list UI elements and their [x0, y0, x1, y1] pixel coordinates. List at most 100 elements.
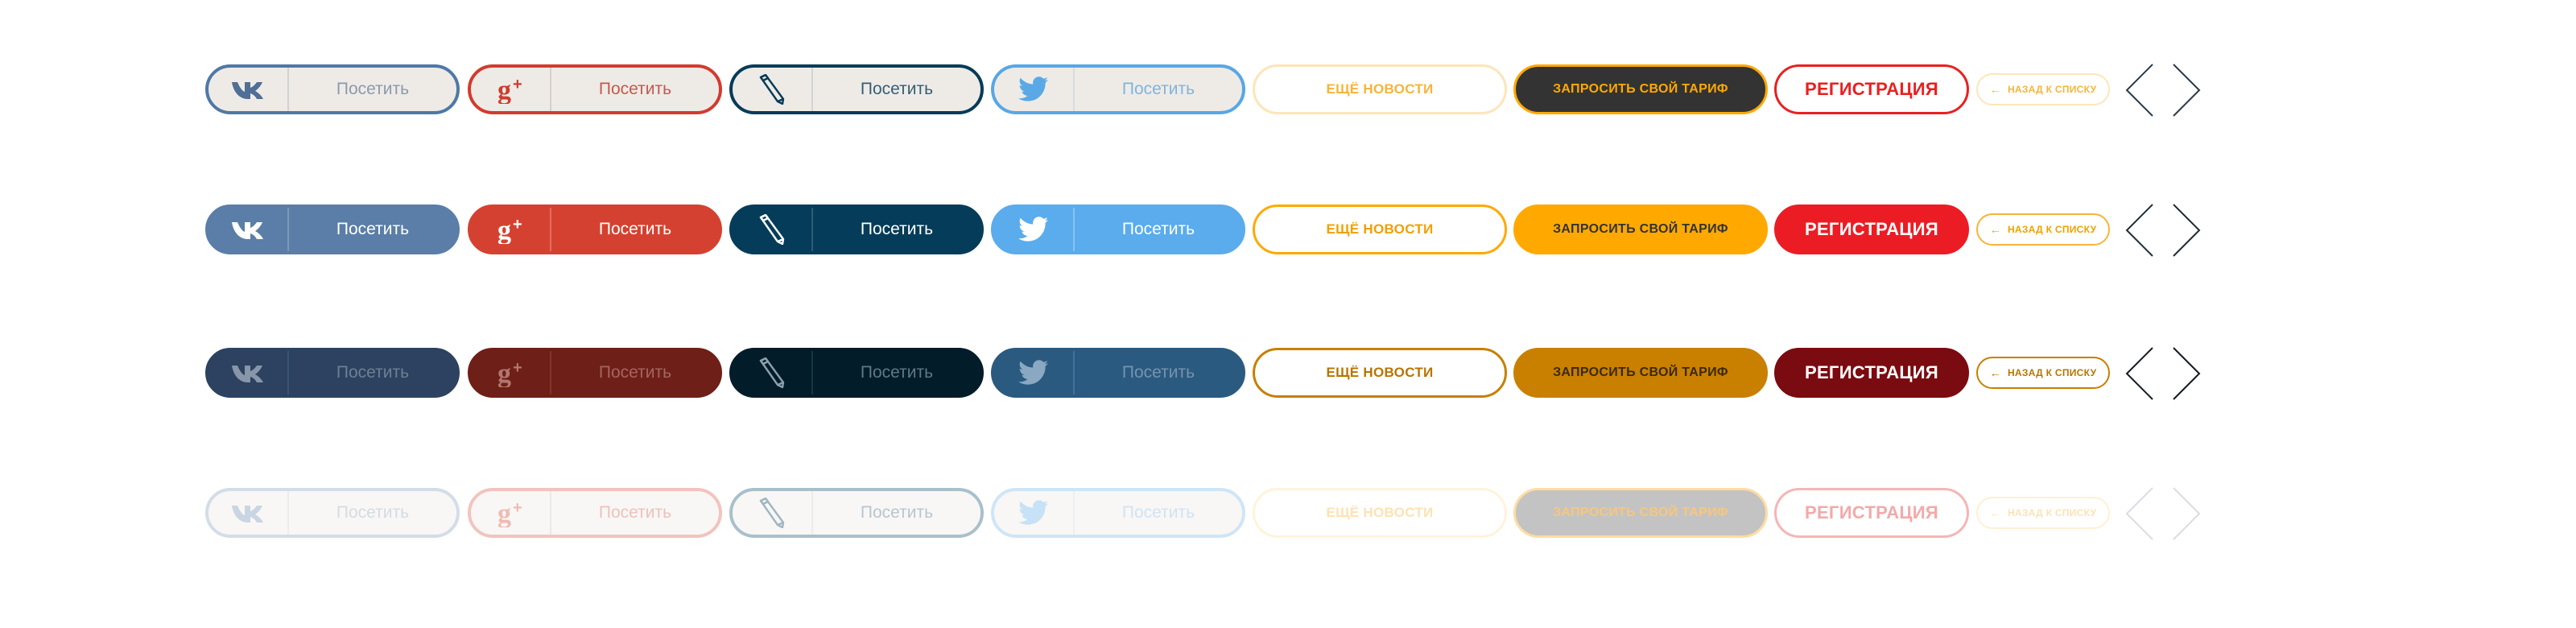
more-news-button[interactable]: ЕЩЁ НОВОСТИ [1253, 488, 1507, 538]
google-plus-visit-button[interactable]: g + Посетить [468, 348, 722, 398]
google-plus-visit-label: Посетить [598, 80, 672, 98]
vk-logo-icon [208, 491, 289, 535]
livejournal-visit-button[interactable]: Посетить [729, 488, 984, 538]
register-label: РЕГИСТРАЦИЯ [1804, 362, 1939, 382]
livejournal-visit-label: Посетить [860, 363, 934, 382]
button-row-hover: Посетить g + Посетить Посетить Посетить Е… [0, 203, 2576, 258]
vk-visit-label: Посетить [336, 503, 410, 522]
more-news-label: ЕЩЁ НОВОСТИ [1326, 365, 1434, 380]
twitter-visit-button[interactable]: Посетить [991, 348, 1245, 398]
svg-text:+: + [513, 76, 522, 93]
register-button[interactable]: РЕГИСТРАЦИЯ [1774, 348, 1969, 398]
twitter-visit-button[interactable]: Посетить [991, 205, 1245, 254]
twitter-visit-button[interactable]: Посетить [991, 64, 1245, 114]
button-row-active: Посетить g + Посетить Посетить Посетить Е… [0, 346, 2576, 401]
back-to-list-label: НАЗАД К СПИСКУ [2007, 84, 2097, 95]
svg-text:g: g [497, 76, 511, 104]
back-to-list-button[interactable]: ← НАЗАД К СПИСКУ [1976, 213, 2110, 246]
twitter-visit-label: Посетить [1121, 363, 1195, 382]
back-to-list-button[interactable]: ← НАЗАД К СПИСКУ [1976, 497, 2110, 529]
register-button[interactable]: РЕГИСТРАЦИЯ [1774, 205, 1969, 254]
next-arrow-button[interactable] [2172, 346, 2201, 401]
chevron-left-icon [2125, 347, 2153, 400]
svg-text:g: g [497, 359, 511, 387]
google-plus-visit-label: Посетить [598, 220, 672, 238]
request-tariff-button[interactable]: ЗАПРОСИТЬ СВОЙ ТАРИФ [1513, 488, 1768, 538]
arrow-left-icon: ← [1989, 223, 2001, 236]
vk-logo-icon [208, 68, 289, 111]
register-button[interactable]: РЕГИСТРАЦИЯ [1774, 488, 1969, 538]
request-tariff-label: ЗАПРОСИТЬ СВОЙ ТАРИФ [1553, 506, 1728, 519]
arrow-left-icon: ← [1989, 83, 2001, 96]
twitter-bird-icon [994, 491, 1075, 535]
vk-logo-icon [208, 208, 289, 251]
register-label: РЕГИСТРАЦИЯ [1804, 219, 1939, 239]
more-news-button[interactable]: ЕЩЁ НОВОСТИ [1253, 64, 1507, 114]
google-plus-logo-icon: g + [471, 68, 551, 111]
twitter-visit-button[interactable]: Посетить [991, 488, 1245, 538]
vk-visit-button[interactable]: Посетить [205, 348, 460, 398]
prev-arrow-button[interactable] [2125, 346, 2154, 401]
livejournal-visit-button[interactable]: Посетить [729, 205, 984, 254]
vk-visit-button[interactable]: Посетить [205, 205, 460, 254]
svg-text:g: g [497, 216, 511, 244]
next-arrow-button[interactable] [2172, 63, 2201, 118]
livejournal-pencil-icon [733, 208, 813, 251]
back-to-list-button[interactable]: ← НАЗАД К СПИСКУ [1976, 73, 2110, 105]
vk-visit-label: Посетить [336, 220, 410, 238]
button-row-disabled: Посетить g + Посетить Посетить Посетить Е… [0, 486, 2576, 541]
next-arrow-button[interactable] [2172, 203, 2201, 258]
prev-arrow-button[interactable] [2125, 486, 2154, 541]
google-plus-logo-icon: g + [471, 491, 551, 535]
more-news-button[interactable]: ЕЩЁ НОВОСТИ [1253, 348, 1507, 398]
twitter-bird-icon [994, 68, 1075, 111]
vk-visit-button[interactable]: Посетить [205, 488, 460, 538]
livejournal-visit-label: Посетить [860, 220, 934, 238]
next-arrow-button[interactable] [2172, 486, 2201, 541]
twitter-bird-icon [994, 208, 1075, 251]
svg-text:+: + [513, 499, 522, 517]
chevron-right-icon [2173, 347, 2201, 400]
request-tariff-label: ЗАПРОСИТЬ СВОЙ ТАРИФ [1553, 222, 1728, 236]
prev-arrow-button[interactable] [2125, 203, 2154, 258]
vk-logo-icon [208, 351, 289, 395]
twitter-visit-label: Посетить [1121, 80, 1195, 98]
vk-visit-label: Посетить [336, 80, 410, 98]
livejournal-pencil-icon [733, 491, 813, 535]
more-news-button[interactable]: ЕЩЁ НОВОСТИ [1253, 205, 1507, 254]
arrow-left-icon: ← [1989, 366, 2001, 379]
svg-text:+: + [513, 359, 522, 377]
request-tariff-button[interactable]: ЗАПРОСИТЬ СВОЙ ТАРИФ [1513, 64, 1768, 114]
google-plus-logo-icon: g + [471, 351, 551, 395]
back-to-list-button[interactable]: ← НАЗАД К СПИСКУ [1976, 357, 2110, 389]
more-news-label: ЕЩЁ НОВОСТИ [1326, 505, 1434, 520]
vk-visit-label: Посетить [336, 363, 410, 382]
twitter-visit-label: Посетить [1121, 503, 1195, 522]
livejournal-visit-button[interactable]: Посетить [729, 64, 984, 114]
chevron-right-icon [2173, 64, 2201, 117]
google-plus-logo-icon: g + [471, 208, 551, 251]
chevron-left-icon [2125, 64, 2153, 117]
google-plus-visit-label: Посетить [598, 503, 672, 522]
google-plus-visit-button[interactable]: g + Посетить [468, 64, 722, 114]
chevron-left-icon [2125, 204, 2153, 257]
twitter-visit-label: Посетить [1121, 220, 1195, 238]
livejournal-visit-label: Посетить [860, 80, 934, 98]
more-news-label: ЕЩЁ НОВОСТИ [1326, 81, 1434, 97]
google-plus-visit-button[interactable]: g + Посетить [468, 205, 722, 254]
chevron-right-icon [2173, 204, 2201, 257]
button-row-normal: Посетить g + Посетить Посетить Посетить Е… [0, 63, 2576, 118]
chevron-right-icon [2173, 487, 2201, 540]
vk-visit-button[interactable]: Посетить [205, 64, 460, 114]
livejournal-pencil-icon [733, 351, 813, 395]
prev-arrow-button[interactable] [2125, 63, 2154, 118]
back-to-list-label: НАЗАД К СПИСКУ [2007, 367, 2097, 378]
livejournal-pencil-icon [733, 68, 813, 111]
request-tariff-button[interactable]: ЗАПРОСИТЬ СВОЙ ТАРИФ [1513, 205, 1768, 254]
google-plus-visit-button[interactable]: g + Посетить [468, 488, 722, 538]
request-tariff-button[interactable]: ЗАПРОСИТЬ СВОЙ ТАРИФ [1513, 348, 1768, 398]
google-plus-visit-label: Посетить [598, 363, 672, 382]
svg-text:+: + [513, 216, 522, 233]
register-button[interactable]: РЕГИСТРАЦИЯ [1774, 64, 1969, 114]
livejournal-visit-button[interactable]: Посетить [729, 348, 984, 398]
